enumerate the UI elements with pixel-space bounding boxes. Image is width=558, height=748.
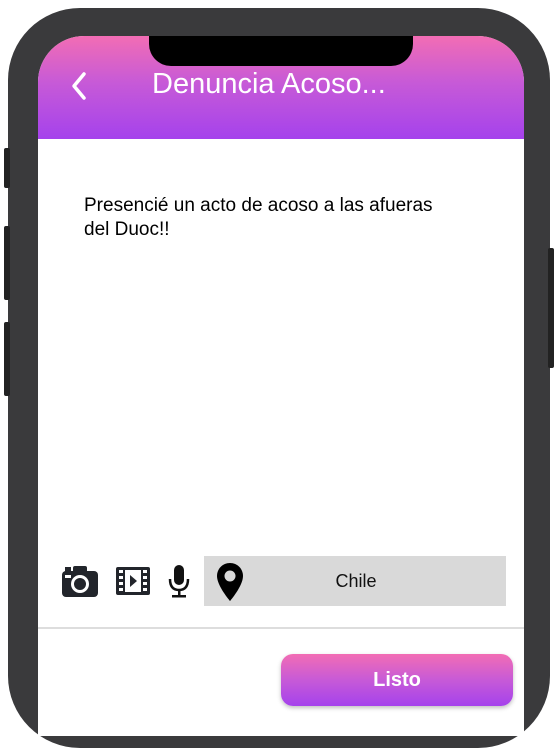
- video-icon: [116, 567, 150, 595]
- report-text[interactable]: Presencié un acto de acoso a las afueras…: [84, 194, 434, 242]
- page-title: Denuncia Acoso...: [152, 68, 386, 100]
- phone-side-button: [548, 248, 554, 368]
- phone-side-button: [4, 322, 10, 396]
- chevron-left-icon: [72, 72, 86, 100]
- microphone-button[interactable]: [166, 563, 192, 599]
- location-field[interactable]: Chile: [204, 556, 506, 606]
- phone-side-button: [4, 148, 10, 188]
- app-screen: Denuncia Acoso... Presencié un acto de a…: [38, 36, 524, 736]
- phone-notch: [149, 36, 413, 66]
- divider: [38, 627, 524, 629]
- phone-side-button: [4, 226, 10, 300]
- back-button[interactable]: [64, 66, 94, 106]
- microphone-icon: [168, 565, 190, 598]
- camera-button[interactable]: [60, 563, 100, 599]
- location-value: Chile: [335, 571, 377, 591]
- video-button[interactable]: [114, 563, 152, 599]
- camera-icon: [62, 566, 98, 597]
- done-button[interactable]: Listo: [281, 654, 513, 706]
